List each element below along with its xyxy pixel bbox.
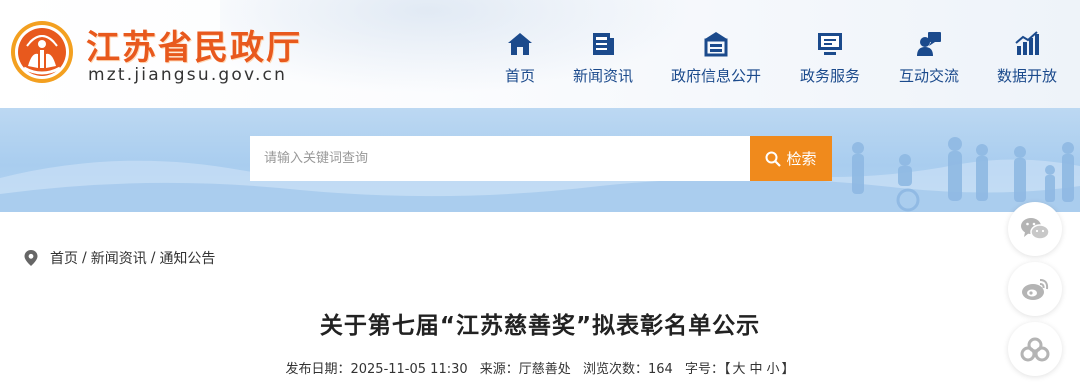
fontsize-close-bracket: 】 bbox=[781, 362, 795, 377]
share-more-button[interactable] bbox=[1008, 322, 1062, 376]
article-title: 关于第七届“江苏慈善奖”拟表彰名单公示 bbox=[319, 313, 761, 339]
wechat-icon bbox=[1021, 218, 1050, 240]
fontsize-open-bracket: 【 bbox=[723, 362, 731, 377]
nav-item-services[interactable]: 政务服务 bbox=[798, 30, 862, 86]
nav-label: 数据开放 bbox=[996, 67, 1057, 85]
search-input[interactable] bbox=[250, 136, 750, 181]
fontsize-large-button[interactable]: 大 bbox=[732, 362, 745, 377]
nav-item-interaction[interactable]: 互动交流 bbox=[896, 30, 962, 86]
weibo-icon bbox=[1022, 279, 1049, 300]
meta-fontsize-label: 字号： bbox=[684, 362, 724, 377]
article-meta: 发布日期：2025-11-05 11:30 来源：厅慈善处 浏览次数：164 字… bbox=[0, 358, 1080, 377]
meta-publish: 发布日期：2025-11-05 11:30 bbox=[285, 362, 467, 377]
breadcrumb: 首页 / 新闻资讯 / 通知公告 bbox=[24, 248, 215, 268]
nav-item-home[interactable]: 首页 bbox=[502, 30, 538, 86]
monitor-icon bbox=[818, 33, 842, 55]
search-icon bbox=[765, 151, 782, 167]
nav-label: 政务服务 bbox=[799, 67, 860, 85]
search-banner: 检索 bbox=[0, 108, 1080, 212]
chat-user-icon bbox=[917, 32, 941, 56]
location-pin-icon bbox=[24, 250, 38, 266]
nav-label: 互动交流 bbox=[898, 67, 959, 85]
meta-source-value: 厅慈善处 bbox=[518, 362, 571, 377]
breadcrumb-home[interactable]: 首页 bbox=[50, 248, 78, 268]
breadcrumb-separator: / bbox=[150, 250, 156, 266]
share-wechat-button[interactable] bbox=[1008, 202, 1062, 256]
nav-item-open-data[interactable]: 数据开放 bbox=[994, 30, 1060, 86]
fontsize-medium-button[interactable]: 中 bbox=[749, 362, 762, 377]
news-icon bbox=[593, 33, 614, 55]
home-icon bbox=[508, 33, 532, 55]
breadcrumb-separator: / bbox=[82, 250, 87, 266]
nav-label: 新闻资讯 bbox=[572, 67, 633, 85]
chart-icon bbox=[1015, 31, 1039, 55]
meta-publish-label: 发布日期： bbox=[285, 362, 351, 377]
meta-views-label: 浏览次数： bbox=[582, 362, 648, 377]
meta-views: 浏览次数：164 bbox=[583, 362, 673, 377]
site-header: 江苏省民政厅 mzt.jiangsu.gov.cn 首页 新闻资讯 政府信息公开… bbox=[0, 0, 1080, 108]
breadcrumb-news[interactable]: 新闻资讯 bbox=[91, 248, 147, 268]
building-icon bbox=[704, 32, 728, 57]
more-share-icon bbox=[1020, 337, 1050, 362]
nav-label: 首页 bbox=[504, 67, 535, 85]
meta-source: 来源：厅慈善处 bbox=[480, 362, 571, 377]
main-nav: 首页 新闻资讯 政府信息公开 政务服务 互动交流 数据开放 bbox=[0, 30, 1080, 90]
breadcrumb-notices[interactable]: 通知公告 bbox=[159, 248, 215, 268]
meta-views-value: 164 bbox=[647, 362, 673, 377]
share-weibo-button[interactable] bbox=[1008, 262, 1062, 316]
fontsize-small-button[interactable]: 小 bbox=[767, 362, 780, 377]
meta-publish-date: 2025-11-05 11:30 bbox=[350, 362, 468, 377]
search-button-label: 检索 bbox=[786, 150, 817, 168]
nav-label: 政府信息公开 bbox=[670, 67, 761, 85]
meta-fontsize: 字号：【大中小】 bbox=[685, 362, 795, 377]
nav-item-gov-info[interactable]: 政府信息公开 bbox=[668, 30, 764, 86]
meta-source-label: 来源： bbox=[479, 362, 519, 377]
nav-item-news[interactable]: 新闻资讯 bbox=[570, 30, 636, 86]
search-button[interactable]: 检索 bbox=[750, 136, 832, 181]
